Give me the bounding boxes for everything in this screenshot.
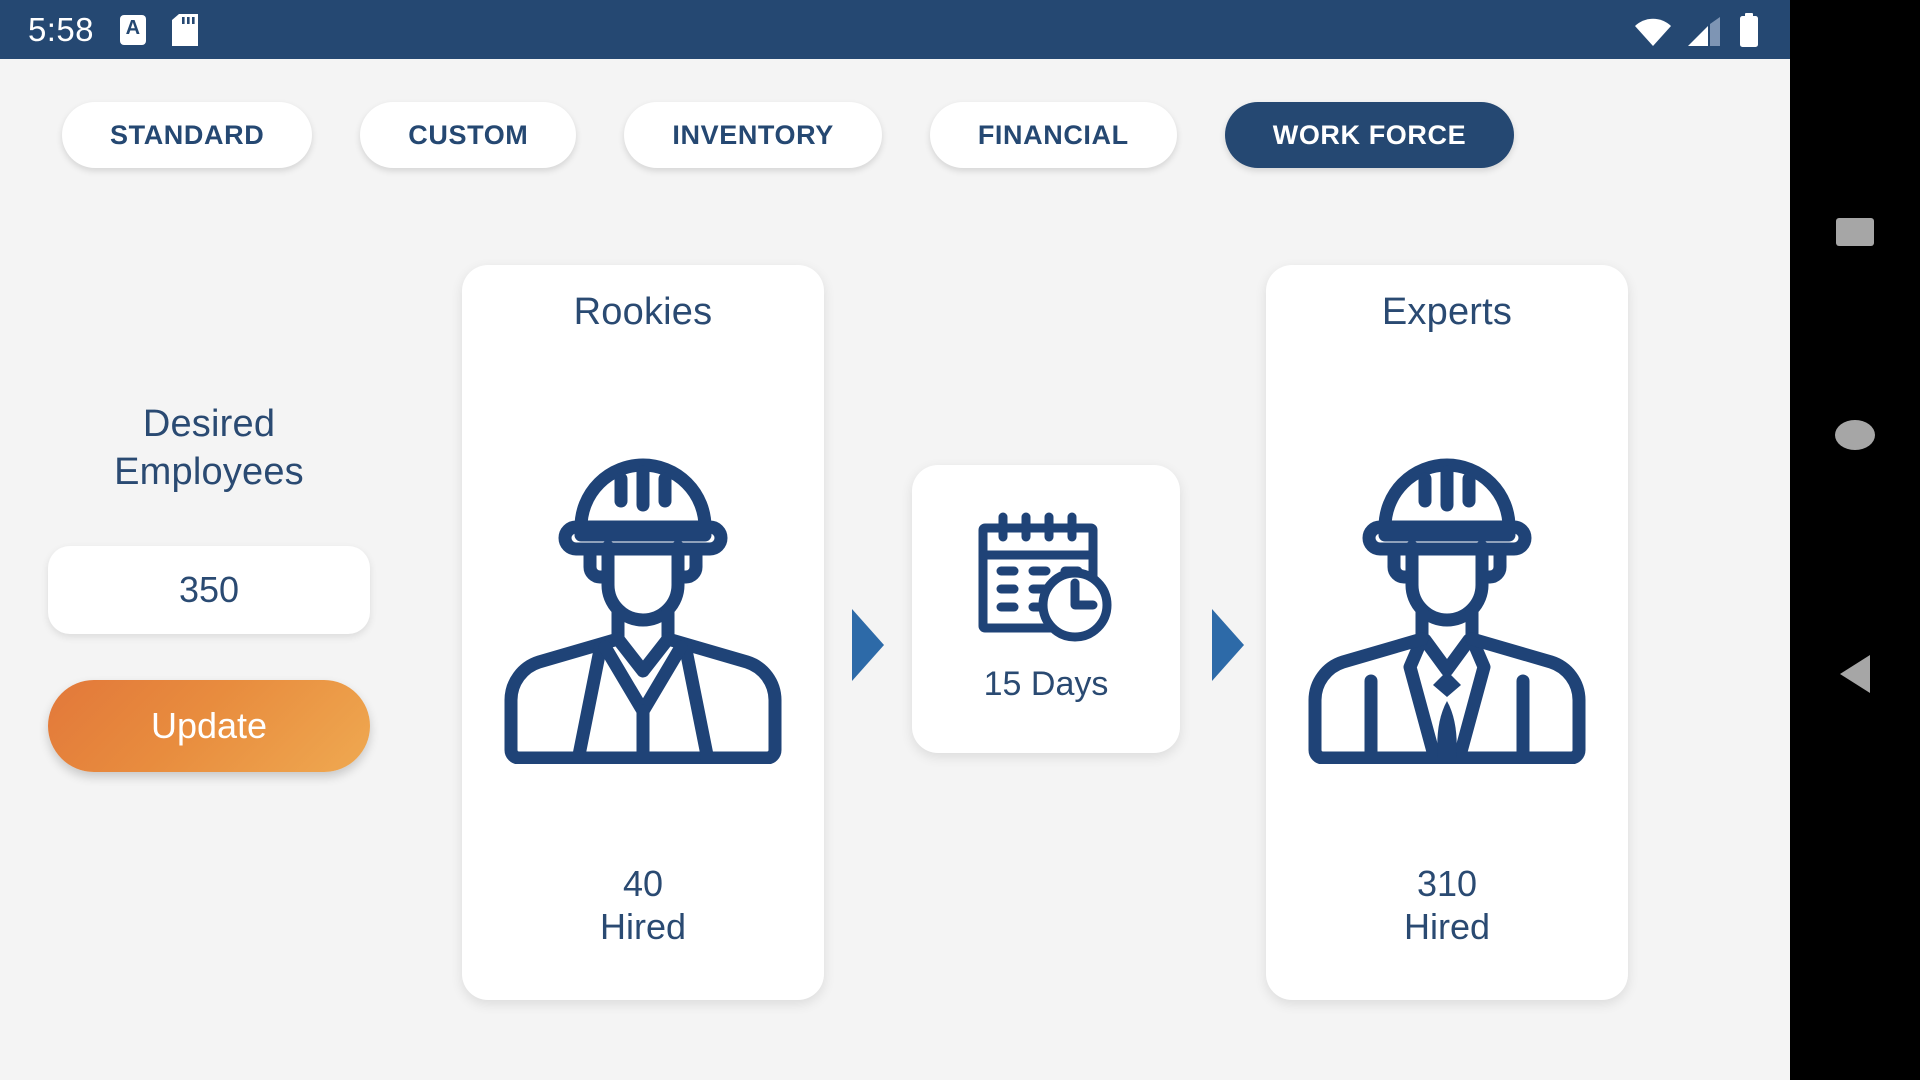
rookies-title: Rookies [573, 291, 713, 333]
construction-worker-suit-icon [1308, 458, 1586, 764]
tab-inventory[interactable]: INVENTORY [624, 102, 882, 168]
cellular-signal-icon [1688, 16, 1720, 46]
experts-count: 310 [1416, 863, 1478, 905]
arrow-right-icon-2 [1212, 609, 1244, 681]
update-button[interactable]: Update [48, 680, 370, 772]
tab-work-force[interactable]: WORK FORCE [1224, 102, 1515, 168]
phone-viewport: 5:58 A STANDARD CUSTOM INVENTORY FINANCI… [0, 0, 1790, 1080]
notification-a-icon: A [119, 14, 146, 45]
experts-figure [1266, 334, 1628, 863]
rookies-figure [462, 334, 824, 863]
experts-card[interactable]: Experts 310 Hired [1266, 265, 1628, 1000]
sd-card-icon [171, 13, 198, 46]
back-icon[interactable] [1840, 655, 1870, 693]
desired-employees-label-line1: Desired [142, 403, 276, 445]
status-bar-left: 5:58 A [0, 11, 198, 49]
rookies-count-block: 40 Hired [600, 863, 686, 1000]
sd-card-glyph [171, 13, 198, 46]
status-clock: 5:58 [28, 10, 94, 48]
home-icon[interactable] [1835, 420, 1875, 450]
screen-root: 5:58 A STANDARD CUSTOM INVENTORY FINANCI… [0, 0, 1920, 1080]
tab-standard[interactable]: STANDARD [62, 102, 313, 168]
experts-count-suffix: Hired [1403, 905, 1491, 947]
duration-card[interactable]: 15 Days [912, 465, 1180, 753]
desired-employees-input[interactable]: 350 [48, 546, 370, 634]
recent-apps-icon[interactable] [1836, 218, 1874, 246]
rookies-card[interactable]: Rookies 40 Hired [462, 265, 824, 1000]
android-nav-bar [1790, 0, 1920, 1080]
arrow-right-icon-1 [852, 609, 884, 681]
desired-employees-control: Desired Employees 350 Update [48, 405, 370, 772]
rookies-count: 40 [622, 863, 664, 905]
tab-bar: STANDARD CUSTOM INVENTORY FINANCIAL WORK… [0, 95, 1790, 175]
work-force-panel: Desired Employees 350 Update Rookies 40 … [0, 230, 1790, 1080]
experts-title: Experts [1381, 291, 1513, 333]
desired-employees-label: Desired Employees [114, 405, 304, 491]
duration-label: 15 Days [983, 664, 1109, 703]
experts-count-block: 310 Hired [1404, 863, 1490, 1000]
status-bar: 5:58 A [0, 0, 1790, 59]
construction-worker-vest-icon [504, 458, 782, 764]
status-bar-right [1634, 12, 1790, 47]
rookies-count-suffix: Hired [599, 905, 687, 947]
notification-a-glyph: A [125, 17, 141, 39]
battery-icon [1740, 12, 1758, 47]
tab-financial[interactable]: FINANCIAL [929, 102, 1177, 168]
calendar-clock-icon [978, 512, 1112, 641]
tab-custom[interactable]: CUSTOM [360, 102, 577, 168]
desired-employees-label-line2: Employees [114, 451, 304, 493]
wifi-icon [1635, 18, 1671, 46]
